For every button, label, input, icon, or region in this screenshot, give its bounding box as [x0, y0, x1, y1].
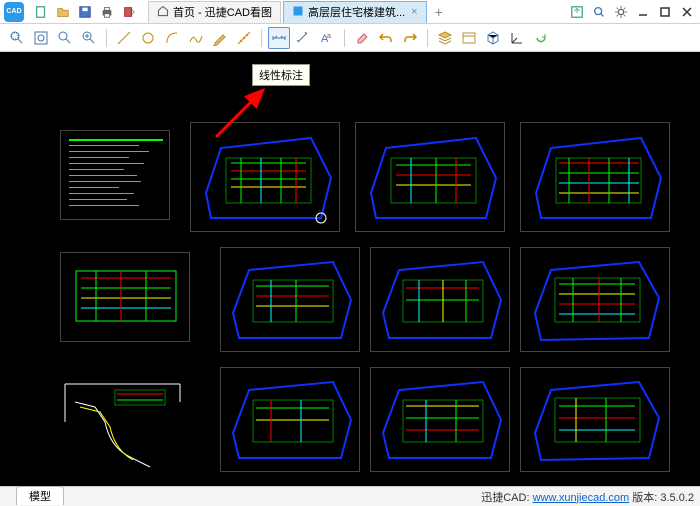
- pan-button[interactable]: [54, 27, 76, 49]
- titlebar: CAD 首页 - 迅捷CAD看图 高层层住宅楼建筑... × +: [0, 0, 700, 24]
- floor-plan-icon: [371, 248, 510, 352]
- new-file-button[interactable]: [32, 3, 50, 21]
- floor-plan-icon: [371, 368, 510, 472]
- tab-close-button[interactable]: ×: [411, 6, 417, 18]
- 3d-view-button[interactable]: [482, 27, 504, 49]
- save-button[interactable]: [76, 3, 94, 21]
- coordinates-button[interactable]: [506, 27, 528, 49]
- polyline-tool[interactable]: [185, 27, 207, 49]
- section-drawing-icon: [55, 372, 190, 477]
- statusbar: 模型 迅捷CAD: www.xunjiecad.com 版本: 3.5.0.2: [0, 486, 700, 506]
- drawing-thumbnail[interactable]: [355, 122, 505, 232]
- floor-plan-icon: [61, 253, 190, 342]
- drawing-thumbnail[interactable]: [220, 247, 360, 352]
- tab-label: 首页 - 迅捷CAD看图: [173, 4, 272, 20]
- refresh-button[interactable]: [530, 27, 552, 49]
- text-tool[interactable]: Aa: [316, 27, 338, 49]
- floor-plan-icon: [221, 368, 360, 472]
- separator: [344, 29, 345, 47]
- drawing-thumbnail[interactable]: [60, 252, 190, 342]
- toolbar: Aa: [0, 24, 700, 52]
- redo-button[interactable]: [399, 27, 421, 49]
- tab-add-button[interactable]: +: [429, 4, 449, 20]
- maximize-button[interactable]: [656, 3, 674, 21]
- floor-plan-icon: [521, 248, 670, 352]
- drawing-thumbnail[interactable]: [520, 367, 670, 472]
- circle-tool[interactable]: [137, 27, 159, 49]
- erase-tool[interactable]: [351, 27, 373, 49]
- annotation-arrow: [208, 82, 288, 142]
- separator: [261, 29, 262, 47]
- zoom-window-button[interactable]: [6, 27, 28, 49]
- cad-file-icon: [292, 5, 304, 20]
- layers-button[interactable]: [434, 27, 456, 49]
- drawing-thumbnail[interactable]: [60, 130, 170, 220]
- home-icon: [157, 5, 169, 20]
- drawing-canvas[interactable]: 线性标注: [0, 52, 700, 486]
- zoom-extents-button[interactable]: [30, 27, 52, 49]
- recent-button[interactable]: [120, 3, 138, 21]
- drawing-thumbnail[interactable]: [220, 367, 360, 472]
- drawing-thumbnail[interactable]: [520, 247, 670, 352]
- floor-plan-icon: [521, 123, 670, 232]
- settings-button[interactable]: [612, 3, 630, 21]
- model-tab[interactable]: 模型: [16, 486, 64, 505]
- close-button[interactable]: [678, 3, 696, 21]
- version-label: 版本:: [632, 492, 657, 504]
- window-controls: [568, 3, 696, 21]
- tab-label: 高层层住宅楼建筑...: [308, 4, 405, 20]
- print-button[interactable]: [98, 3, 116, 21]
- tab-home[interactable]: 首页 - 迅捷CAD看图: [148, 1, 281, 23]
- website-link[interactable]: www.xunjiecad.com: [533, 492, 630, 504]
- properties-button[interactable]: [458, 27, 480, 49]
- measure-tool[interactable]: [233, 27, 255, 49]
- status-info: 迅捷CAD: www.xunjiecad.com 版本: 3.5.0.2: [481, 489, 694, 505]
- undo-button[interactable]: [375, 27, 397, 49]
- aligned-dimension-button[interactable]: [292, 27, 314, 49]
- reset-zoom-button[interactable]: [590, 3, 608, 21]
- arc-tool[interactable]: [161, 27, 183, 49]
- drawing-thumbnail[interactable]: [370, 367, 510, 472]
- floor-plan-icon: [221, 248, 360, 352]
- zoom-fit-button[interactable]: [78, 27, 100, 49]
- linear-dimension-button[interactable]: [268, 27, 290, 49]
- tooltip: 线性标注: [252, 64, 310, 86]
- drawing-thumbnail[interactable]: [370, 247, 510, 352]
- brand-label: 迅捷CAD:: [481, 492, 529, 504]
- line-tool[interactable]: [113, 27, 135, 49]
- svg-text:a: a: [327, 33, 331, 40]
- floor-plan-icon: [521, 368, 670, 472]
- open-file-button[interactable]: [54, 3, 72, 21]
- tab-document[interactable]: 高层层住宅楼建筑... ×: [283, 1, 427, 23]
- version-value: 3.5.0.2: [660, 492, 694, 504]
- separator: [427, 29, 428, 47]
- edit-tool[interactable]: [209, 27, 231, 49]
- drawing-thumbnail[interactable]: [55, 372, 190, 477]
- drawing-thumbnail[interactable]: [520, 122, 670, 232]
- app-icon: CAD: [4, 2, 24, 22]
- separator: [106, 29, 107, 47]
- export-button[interactable]: [568, 3, 586, 21]
- tab-bar: 首页 - 迅捷CAD看图 高层层住宅楼建筑... × +: [148, 1, 568, 23]
- minimize-button[interactable]: [634, 3, 652, 21]
- floor-plan-icon: [356, 123, 505, 232]
